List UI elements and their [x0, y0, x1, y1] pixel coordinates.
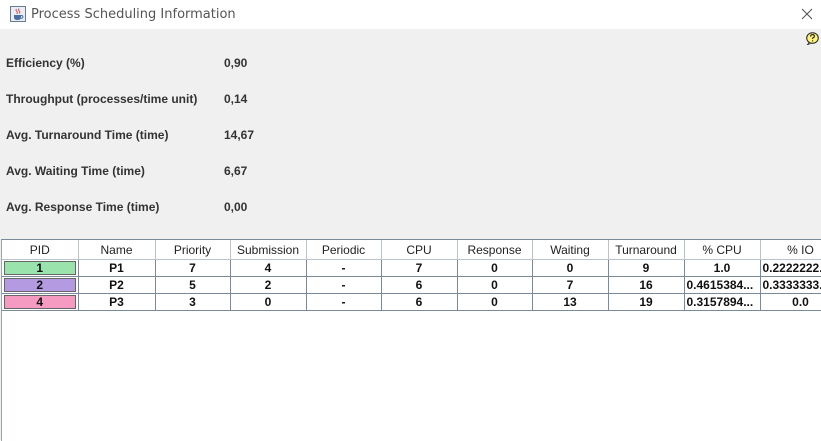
pct-io-cell[interactable]: 0.3333333...: [760, 276, 821, 294]
throughput-value: 0,14: [224, 92, 248, 106]
process-table: PID Name Priority Submission Periodic CP…: [2, 240, 821, 311]
efficiency-label: Efficiency (%): [6, 56, 85, 70]
column-header-pct-cpu[interactable]: % CPU: [684, 240, 761, 260]
name-cell[interactable]: P2: [78, 276, 156, 294]
waiting-cell[interactable]: 13: [532, 293, 609, 311]
cpu-cell[interactable]: 6: [381, 276, 458, 294]
table-row[interactable]: 2 P2 5 2 - 6 0 7 16 0.4615384... 0.33333…: [2, 276, 821, 294]
column-header-priority[interactable]: Priority: [155, 240, 231, 260]
close-icon[interactable]: [796, 3, 818, 25]
avg-turnaround-value: 14,67: [224, 128, 255, 142]
scheduling-info-panel: Efficiency (%) 0,90 Throughput (processe…: [0, 29, 821, 441]
periodic-cell[interactable]: -: [306, 276, 382, 294]
pid-badge: 1: [4, 261, 76, 275]
avg-turnaround-label: Avg. Turnaround Time (time): [6, 128, 169, 142]
window-titlebar: Process Scheduling Information: [0, 0, 821, 29]
pid-cell[interactable]: 2: [2, 276, 79, 294]
priority-cell[interactable]: 3: [155, 293, 231, 311]
pct-cpu-cell[interactable]: 0.3157894...: [684, 293, 761, 311]
pct-cpu-cell[interactable]: 0.4615384...: [684, 276, 761, 294]
turnaround-cell[interactable]: 16: [608, 276, 685, 294]
pid-badge: 2: [4, 278, 76, 292]
java-cup-icon: [10, 6, 26, 22]
efficiency-value: 0,90: [224, 56, 248, 70]
pid-cell[interactable]: 1: [2, 259, 79, 277]
window-title: Process Scheduling Information: [31, 7, 236, 22]
response-cell[interactable]: 0: [457, 293, 533, 311]
response-cell[interactable]: 0: [457, 276, 533, 294]
waiting-cell[interactable]: 0: [532, 259, 609, 277]
avg-waiting-label: Avg. Waiting Time (time): [6, 164, 145, 178]
pct-cpu-cell[interactable]: 1.0: [684, 259, 761, 277]
submission-cell[interactable]: 0: [230, 293, 307, 311]
name-cell[interactable]: P3: [78, 293, 156, 311]
avg-response-label: Avg. Response Time (time): [6, 200, 160, 214]
throughput-label: Throughput (processes/time unit): [6, 92, 198, 106]
avg-waiting-value: 6,67: [224, 164, 248, 178]
column-header-periodic[interactable]: Periodic: [306, 240, 382, 260]
pct-io-cell[interactable]: 0.0: [760, 293, 821, 311]
column-header-turnaround[interactable]: Turnaround: [608, 240, 685, 260]
column-header-submission[interactable]: Submission: [230, 240, 307, 260]
pid-badge: 4: [4, 295, 76, 309]
turnaround-cell[interactable]: 9: [608, 259, 685, 277]
column-header-pid[interactable]: PID: [2, 240, 79, 260]
column-header-cpu[interactable]: CPU: [381, 240, 458, 260]
submission-cell[interactable]: 2: [230, 276, 307, 294]
response-cell[interactable]: 0: [457, 259, 533, 277]
priority-cell[interactable]: 7: [155, 259, 231, 277]
periodic-cell[interactable]: -: [306, 259, 382, 277]
column-header-name[interactable]: Name: [78, 240, 156, 260]
cpu-cell[interactable]: 7: [381, 259, 458, 277]
name-cell[interactable]: P1: [78, 259, 156, 277]
table-header-row: PID Name Priority Submission Periodic CP…: [2, 240, 821, 260]
periodic-cell[interactable]: -: [306, 293, 382, 311]
table-row[interactable]: 1 P1 7 4 - 7 0 0 9 1.0 0.2222222...: [2, 259, 821, 277]
column-header-response[interactable]: Response: [457, 240, 533, 260]
waiting-cell[interactable]: 7: [532, 276, 609, 294]
submission-cell[interactable]: 4: [230, 259, 307, 277]
help-icon[interactable]: [806, 32, 819, 45]
pid-cell[interactable]: 4: [2, 293, 79, 311]
column-header-waiting[interactable]: Waiting: [532, 240, 609, 260]
priority-cell[interactable]: 5: [155, 276, 231, 294]
turnaround-cell[interactable]: 19: [608, 293, 685, 311]
process-table-container[interactable]: PID Name Priority Submission Periodic CP…: [1, 239, 821, 441]
cpu-cell[interactable]: 6: [381, 293, 458, 311]
pct-io-cell[interactable]: 0.2222222...: [760, 259, 821, 277]
avg-response-value: 0,00: [224, 200, 248, 214]
column-header-pct-io[interactable]: % IO: [760, 240, 821, 260]
table-row[interactable]: 4 P3 3 0 - 6 0 13 19 0.3157894... 0.0: [2, 293, 821, 311]
